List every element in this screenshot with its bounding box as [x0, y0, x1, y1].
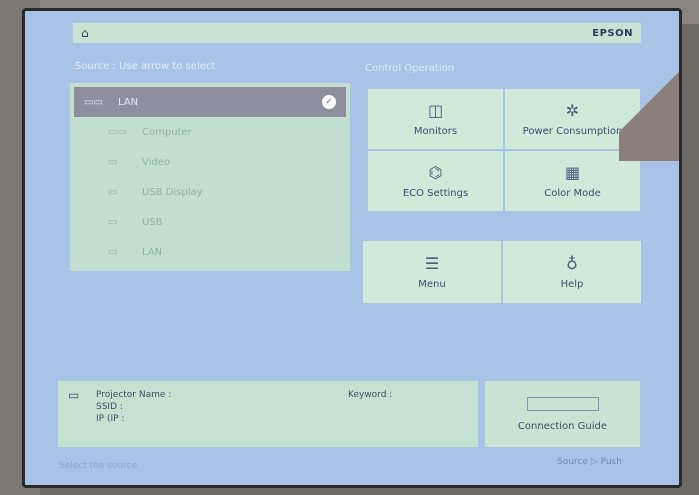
tile-label: Menu [418, 279, 446, 290]
source-label: LAN [142, 246, 163, 258]
projector-name-label: Projector Name : [96, 390, 172, 400]
source-label: USB [142, 216, 163, 228]
sun-icon: ✲ [565, 101, 580, 120]
source-item-lan[interactable]: ▭ LAN [70, 237, 350, 267]
source-item-usb[interactable]: ▭ USB [70, 207, 350, 237]
projector-screen: ⌂ EPSON Source : Use arrow to select ▭▭ … [22, 8, 682, 488]
source-label: Video [142, 156, 171, 168]
keyword-label: Keyword : [348, 390, 393, 400]
source-item-lan-selected[interactable]: ▭▭ LAN ✓ [74, 87, 346, 117]
usb-display-icon: ▭ [108, 186, 118, 198]
control-panel-title: Control Operation [365, 63, 455, 74]
tile-label: Color Mode [544, 188, 601, 199]
source-label: LAN [118, 96, 139, 108]
source-list: ▭▭ LAN ✓ ▭▭ Computer ▭ Video ▭ USB Displ… [70, 83, 350, 271]
check-icon: ✓ [322, 95, 336, 109]
projector-info-panel: ▭ Projector Name : SSID : IP (IP : Keywo… [58, 381, 478, 447]
monitors-button[interactable]: ◫ Monitors [368, 89, 503, 149]
source-item-computer[interactable]: ▭▭ Computer [70, 117, 350, 147]
tile-label: Monitors [413, 126, 458, 137]
help-icon: ♁ [566, 254, 578, 273]
source-label: USB Display [142, 186, 203, 198]
tile-label: Power Consumption [522, 126, 623, 137]
connection-icon [526, 396, 599, 411]
footer-nav: Source ▷ Push [557, 457, 622, 467]
ssid-label: SSID : [96, 402, 123, 412]
top-bar: ⌂ EPSON [73, 23, 641, 43]
brand-logo: EPSON [592, 27, 633, 39]
tile-label: ECO Settings [402, 188, 469, 199]
source-label: Computer [142, 126, 192, 138]
menu-icon: ☰ [424, 254, 440, 273]
connection-guide-label: Connection Guide [517, 420, 608, 432]
footer-hint: Select the source [59, 461, 138, 471]
home-icon[interactable]: ⌂ [81, 26, 89, 40]
source-panel-title: Source : Use arrow to select [75, 61, 216, 72]
monitor-icon: ◫ [427, 101, 444, 120]
lan-icon: ▭ [108, 246, 118, 258]
presenter-hand [619, 71, 679, 161]
menu-button[interactable]: ☰ Menu [363, 241, 501, 303]
video-icon: ▭ [108, 156, 118, 168]
ip-label: IP (IP : [96, 414, 125, 424]
eco-settings-button[interactable]: ⌬ ECO Settings [368, 151, 503, 211]
source-item-video[interactable]: ▭ Video [70, 147, 350, 177]
network-icon: ▭▭ [84, 96, 103, 108]
help-button[interactable]: ♁ Help [503, 241, 641, 303]
control-grid: ◫ Monitors ✲ Power Consumption ⌬ ECO Set… [368, 89, 640, 211]
source-item-usb-display[interactable]: ▭ USB Display [70, 177, 350, 207]
tile-label: Help [560, 279, 584, 290]
color-mode-icon: ▦ [564, 163, 581, 182]
connection-guide-button[interactable]: Connection Guide [485, 381, 640, 447]
projector-icon: ▭ [68, 388, 80, 402]
leaf-icon: ⌬ [428, 163, 443, 182]
computer-icon: ▭▭ [108, 126, 127, 138]
menu-help-grid: ☰ Menu ♁ Help [363, 241, 641, 303]
usb-icon: ▭ [108, 216, 118, 228]
